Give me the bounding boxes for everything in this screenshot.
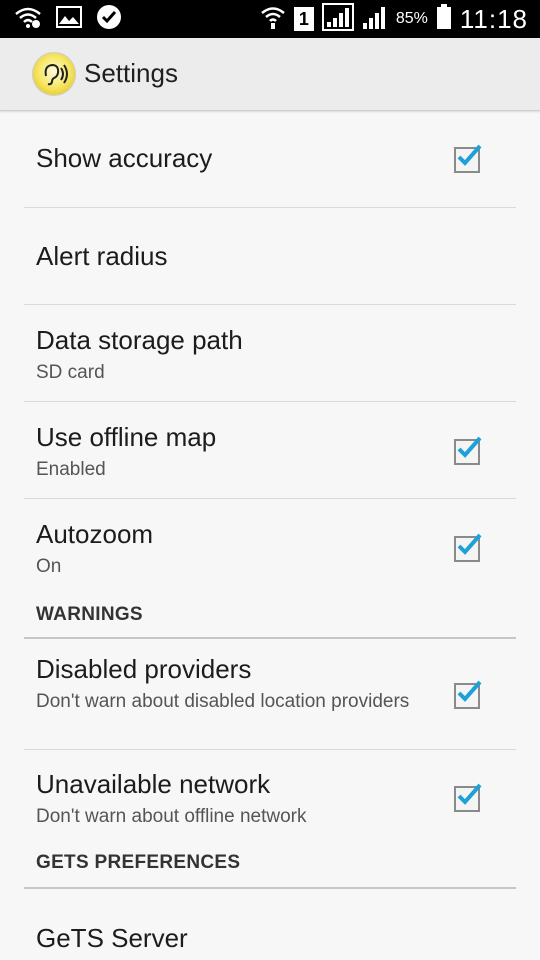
- pref-disabled-providers[interactable]: Disabled providers Don't warn about disa…: [24, 639, 516, 750]
- preference-list: Show accuracy Alert radius Data storage …: [24, 111, 516, 959]
- section-header-gets-preferences: GETS PREFERENCES: [24, 845, 516, 889]
- signal-icon: [321, 2, 354, 36]
- battery-icon: [436, 3, 452, 35]
- pref-summary: Don't warn about disabled location provi…: [36, 691, 410, 712]
- page-title: Settings: [84, 58, 178, 88]
- wifi-signal-icon: [260, 4, 286, 35]
- status-bar: 1 85% 11:18: [0, 0, 540, 38]
- pref-autozoom[interactable]: Autozoom On: [24, 499, 516, 595]
- status-bar-notifications: [14, 4, 122, 35]
- checkmark-icon: [457, 436, 482, 458]
- use-offline-map-checkbox[interactable]: [454, 436, 482, 465]
- section-header-warnings: WARNINGS: [24, 595, 516, 639]
- pref-title: Show accuracy: [36, 143, 213, 173]
- pref-summary: Don't warn about offline network: [36, 806, 307, 827]
- pref-alert-radius[interactable]: Alert radius: [24, 208, 516, 305]
- checkmark-icon: [457, 144, 482, 166]
- pref-title: Use offline map: [36, 422, 217, 452]
- disabled-providers-checkbox[interactable]: [454, 680, 482, 709]
- checkmark-icon: [457, 783, 482, 805]
- check-circle-icon: [96, 4, 122, 35]
- pref-title: Disabled providers: [36, 654, 252, 684]
- battery-percent: 85%: [395, 10, 428, 27]
- pref-gets-server[interactable]: GeTS Server: [24, 889, 516, 959]
- action-bar: Settings: [0, 38, 540, 111]
- pref-title: GeTS Server: [36, 923, 188, 953]
- status-bar-system: 1 85% 11:18: [260, 2, 528, 36]
- checkmark-icon: [457, 680, 482, 702]
- pref-summary: On: [36, 556, 62, 577]
- pref-title: Data storage path: [36, 325, 243, 355]
- image-icon: [56, 5, 82, 33]
- pref-title: Autozoom: [36, 519, 154, 549]
- show-accuracy-checkbox[interactable]: [454, 144, 482, 173]
- clock: 11:18: [459, 3, 528, 34]
- signal-icon: [362, 4, 388, 35]
- pref-data-storage-path[interactable]: Data storage path SD card: [24, 305, 516, 402]
- pref-summary: SD card: [36, 362, 105, 383]
- pref-show-accuracy[interactable]: Show accuracy: [24, 111, 516, 208]
- wifi-icon: [14, 5, 42, 34]
- pref-unavailable-network[interactable]: Unavailable network Don't warn about off…: [24, 750, 516, 845]
- pref-title: Unavailable network: [36, 769, 271, 799]
- pref-use-offline-map[interactable]: Use offline map Enabled: [24, 402, 516, 499]
- pref-summary: Enabled: [36, 459, 106, 480]
- app-icon[interactable]: [32, 52, 76, 96]
- sim-slot-number: 1: [298, 9, 309, 29]
- pref-title: Alert radius: [36, 241, 168, 271]
- unavailable-network-checkbox[interactable]: [454, 783, 482, 812]
- autozoom-checkbox[interactable]: [454, 533, 482, 562]
- checkmark-icon: [457, 533, 482, 555]
- sim-icon: 1: [293, 7, 314, 31]
- section-title: WARNINGS: [36, 604, 143, 625]
- hearing-icon: [44, 63, 68, 86]
- section-title: GETS PREFERENCES: [36, 852, 241, 873]
